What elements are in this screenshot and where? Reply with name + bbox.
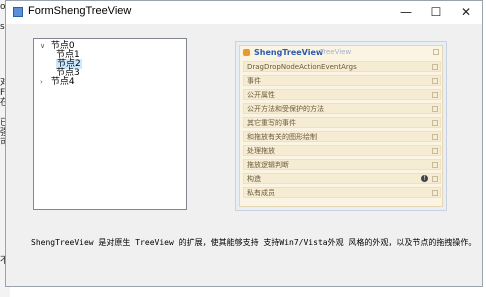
expand-icon[interactable] <box>432 148 438 154</box>
member-group-label: 拖放逻辑判断 <box>247 161 289 169</box>
member-group-label: 其它重写的事件 <box>247 119 296 127</box>
member-group-row[interactable]: 公开方法和受保护的方法 <box>243 103 441 114</box>
class-box: ShengTreeView TreeView DragDropNodeActio… <box>239 45 443 207</box>
member-group-label: 事件 <box>247 77 261 85</box>
maximize-button[interactable]: ☐ <box>422 1 450 23</box>
expand-collapse-icon[interactable]: ∨ <box>40 41 48 51</box>
member-group-label: 公开方法和受保护的方法 <box>247 105 324 113</box>
class-diagram-panel: ShengTreeView TreeView DragDropNodeActio… <box>235 41 447 211</box>
expand-icon[interactable] <box>432 120 438 126</box>
member-group-row[interactable]: 其它重写的事件 <box>243 117 441 128</box>
expand-icon[interactable] <box>432 134 438 140</box>
app-icon <box>13 7 23 17</box>
member-group-row[interactable]: 事件 <box>243 75 441 86</box>
member-group-row[interactable]: 处理拖放 <box>243 145 441 156</box>
member-group-row[interactable]: DragDropNodeActionEventArgs <box>243 61 441 72</box>
collapse-icon[interactable] <box>433 49 439 55</box>
tree-node-label: 节点4 <box>50 77 75 87</box>
member-group-label: 构造 <box>247 175 261 183</box>
expand-icon[interactable] <box>432 190 438 196</box>
main-window: FormShengTreeView — ☐ ✕ ∨ 节点0 节点1 节点2 节点… <box>5 0 483 287</box>
expand-icon[interactable] <box>432 176 438 182</box>
expand-icon[interactable] <box>432 106 438 112</box>
member-group-row[interactable]: 构造! <box>243 173 441 184</box>
class-header: ShengTreeView TreeView <box>240 46 442 59</box>
description-label: ShengTreeView 是对原生 TreeView 的扩展，使其能够支持 支… <box>31 238 477 247</box>
expand-icon[interactable] <box>432 64 438 70</box>
title-bar[interactable]: FormShengTreeView — ☐ ✕ <box>6 1 482 24</box>
member-group-label: 和拖放有关的图形绘制 <box>247 133 317 141</box>
info-icon: ! <box>421 175 428 182</box>
member-group-row[interactable]: 公开属性 <box>243 89 441 100</box>
member-group-label: 处理拖放 <box>247 147 275 155</box>
class-name: ShengTreeView <box>254 48 324 57</box>
base-class: TreeView <box>320 48 352 56</box>
expand-icon[interactable]: › <box>40 77 48 87</box>
minimize-button[interactable]: — <box>392 1 420 23</box>
expand-icon[interactable] <box>432 162 438 168</box>
member-group-row[interactable]: 和拖放有关的图形绘制 <box>243 131 441 142</box>
member-group-row[interactable]: 私有成员 <box>243 187 441 198</box>
class-icon <box>243 49 250 56</box>
tree-view[interactable]: ∨ 节点0 节点1 节点2 节点3 › 节点4 <box>33 38 187 210</box>
tree-node-4[interactable]: › 节点4 <box>40 77 75 87</box>
member-group-label: 私有成员 <box>247 189 275 197</box>
expand-icon[interactable] <box>432 92 438 98</box>
member-group-label: 公开属性 <box>247 91 275 99</box>
expand-icon[interactable] <box>432 78 438 84</box>
member-group-row[interactable]: 拖放逻辑判断 <box>243 159 441 170</box>
member-group-label: DragDropNodeActionEventArgs <box>247 63 357 71</box>
close-button[interactable]: ✕ <box>452 1 480 23</box>
window-title: FormShengTreeView <box>28 5 132 17</box>
